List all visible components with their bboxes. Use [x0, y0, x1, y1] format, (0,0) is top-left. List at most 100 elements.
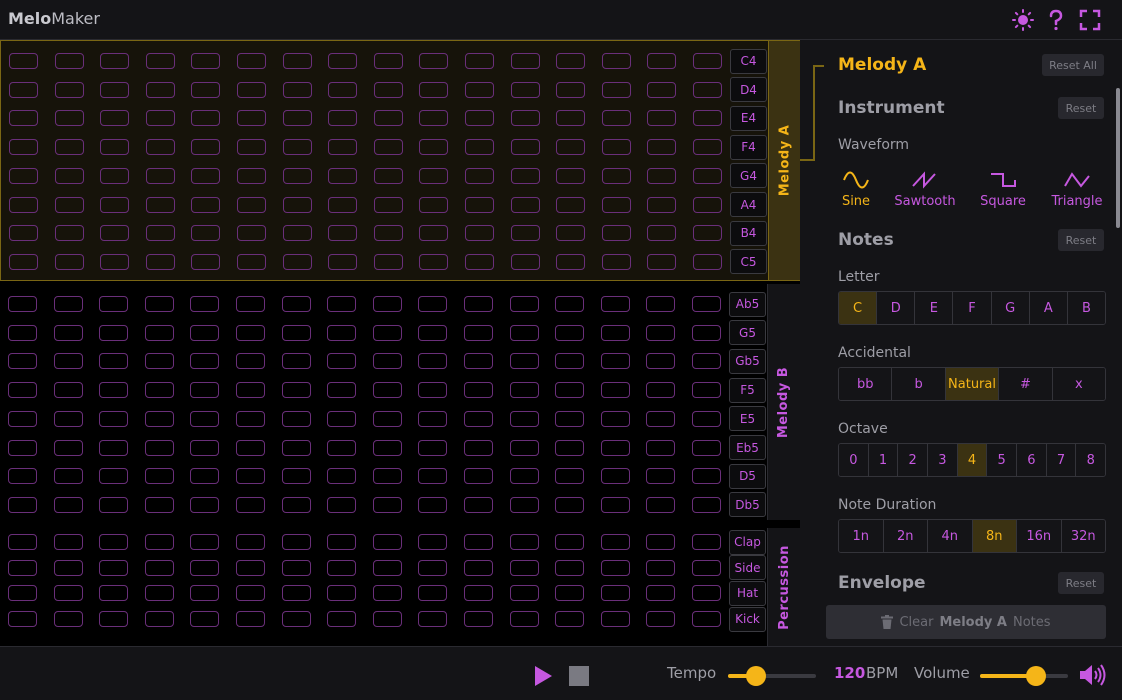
grid-cell[interactable]: [601, 110, 631, 127]
grid-cell[interactable]: [556, 167, 586, 184]
grid-cell[interactable]: [327, 559, 357, 576]
grid-cell[interactable]: [328, 196, 358, 213]
grid-cell[interactable]: [464, 353, 493, 370]
note-label[interactable]: Side: [729, 555, 766, 581]
grid-cell[interactable]: [601, 253, 631, 270]
grid-cell[interactable]: [555, 559, 585, 576]
grid-cell[interactable]: [8, 353, 37, 370]
grid-cell[interactable]: [53, 439, 83, 456]
grid-cell[interactable]: [646, 296, 676, 312]
grid-cell[interactable]: [646, 353, 676, 370]
grid-cell[interactable]: [144, 382, 174, 399]
grid-cell[interactable]: [8, 439, 37, 456]
grid-cell[interactable]: [9, 225, 38, 242]
stop-icon[interactable]: [569, 666, 589, 686]
letter-option[interactable]: G: [991, 292, 1030, 324]
grid-cell[interactable]: [190, 559, 220, 576]
grid-cell[interactable]: [236, 468, 265, 485]
grid-cell[interactable]: [555, 585, 585, 602]
grid-cell[interactable]: [418, 496, 448, 513]
grid-cell[interactable]: [373, 110, 403, 127]
grid-cell[interactable]: [54, 53, 84, 69]
grid-cell[interactable]: [372, 496, 402, 513]
grid-cell[interactable]: [99, 468, 129, 485]
grid-cell[interactable]: [8, 324, 37, 341]
grid-cell[interactable]: [509, 296, 539, 312]
grid-cell[interactable]: [53, 611, 83, 628]
grid-cell[interactable]: [237, 53, 266, 69]
note-label[interactable]: C4: [730, 48, 767, 74]
grid-cell[interactable]: [99, 353, 129, 370]
grid-cell[interactable]: [327, 611, 357, 628]
note-label[interactable]: G4: [730, 163, 767, 189]
grid-cell[interactable]: [53, 468, 83, 485]
grid-cell[interactable]: [464, 496, 493, 513]
grid-cell[interactable]: [419, 167, 449, 184]
grid-cell[interactable]: [328, 253, 358, 270]
grid-cell[interactable]: [281, 468, 311, 485]
waveform-sine[interactable]: Sine: [818, 170, 894, 209]
grid-cell[interactable]: [600, 611, 630, 628]
grid-cell[interactable]: [236, 439, 265, 456]
grid-cell[interactable]: [418, 611, 448, 628]
grid-cell[interactable]: [8, 468, 37, 485]
accidental-option[interactable]: b: [892, 368, 946, 400]
grid-cell[interactable]: [510, 167, 540, 184]
grid-cell[interactable]: [191, 139, 221, 156]
grid-cell[interactable]: [465, 81, 494, 98]
panel-scrollbar[interactable]: [1116, 88, 1120, 228]
letter-option[interactable]: F: [953, 292, 992, 324]
grid-cell[interactable]: [600, 439, 630, 456]
grid-cell[interactable]: [53, 296, 83, 312]
grid-cell[interactable]: [145, 81, 175, 98]
grid-cell[interactable]: [509, 559, 539, 576]
note-label[interactable]: B4: [730, 220, 767, 246]
notes-reset-button[interactable]: Reset: [1058, 229, 1104, 251]
grid-cell[interactable]: [328, 139, 358, 156]
volume-slider[interactable]: [980, 666, 1068, 686]
grid-cell[interactable]: [328, 225, 358, 242]
grid-cell[interactable]: [191, 110, 221, 127]
accidental-option[interactable]: Natural: [945, 368, 1000, 400]
grid-cell[interactable]: [509, 324, 539, 341]
tab-melody-b[interactable]: Melody B: [767, 284, 800, 520]
grid-cell[interactable]: [373, 139, 403, 156]
duration-option[interactable]: 16n: [1017, 520, 1062, 552]
waveform-triangle[interactable]: Triangle: [1039, 170, 1115, 209]
grid-cell[interactable]: [9, 53, 38, 69]
letter-option[interactable]: C: [839, 292, 878, 324]
grid-cell[interactable]: [282, 225, 312, 242]
help-icon[interactable]: [1044, 8, 1068, 32]
grid-cell[interactable]: [282, 196, 312, 213]
grid-cell[interactable]: [327, 324, 357, 341]
grid-cell[interactable]: [145, 196, 175, 213]
grid-cell[interactable]: [144, 611, 174, 628]
grid-cell[interactable]: [54, 225, 84, 242]
reset-all-button[interactable]: Reset All: [1042, 54, 1104, 76]
duration-option[interactable]: 2n: [883, 520, 928, 552]
grid-cell[interactable]: [53, 353, 83, 370]
note-label[interactable]: F5: [729, 377, 766, 403]
grid-cell[interactable]: [99, 324, 129, 341]
octave-option[interactable]: 5: [987, 444, 1018, 476]
grid-cell[interactable]: [419, 139, 449, 156]
grid-cell[interactable]: [8, 410, 37, 427]
grid-cell[interactable]: [600, 296, 630, 312]
grid-cell[interactable]: [419, 53, 449, 69]
grid-cell[interactable]: [237, 196, 266, 213]
grid-cell[interactable]: [328, 167, 358, 184]
grid-cell[interactable]: [281, 439, 311, 456]
grid-cell[interactable]: [282, 253, 312, 270]
grid-cell[interactable]: [191, 167, 221, 184]
grid-cell[interactable]: [601, 53, 631, 69]
grid-cell[interactable]: [600, 585, 630, 602]
grid-cell[interactable]: [419, 253, 449, 270]
grid-cell[interactable]: [646, 559, 676, 576]
grid-cell[interactable]: [419, 225, 449, 242]
grid-cell[interactable]: [692, 439, 721, 456]
grid-cell[interactable]: [8, 585, 37, 602]
grid-cell[interactable]: [373, 167, 403, 184]
play-icon[interactable]: [533, 665, 553, 687]
grid-cell[interactable]: [509, 410, 539, 427]
grid-cell[interactable]: [418, 559, 448, 576]
